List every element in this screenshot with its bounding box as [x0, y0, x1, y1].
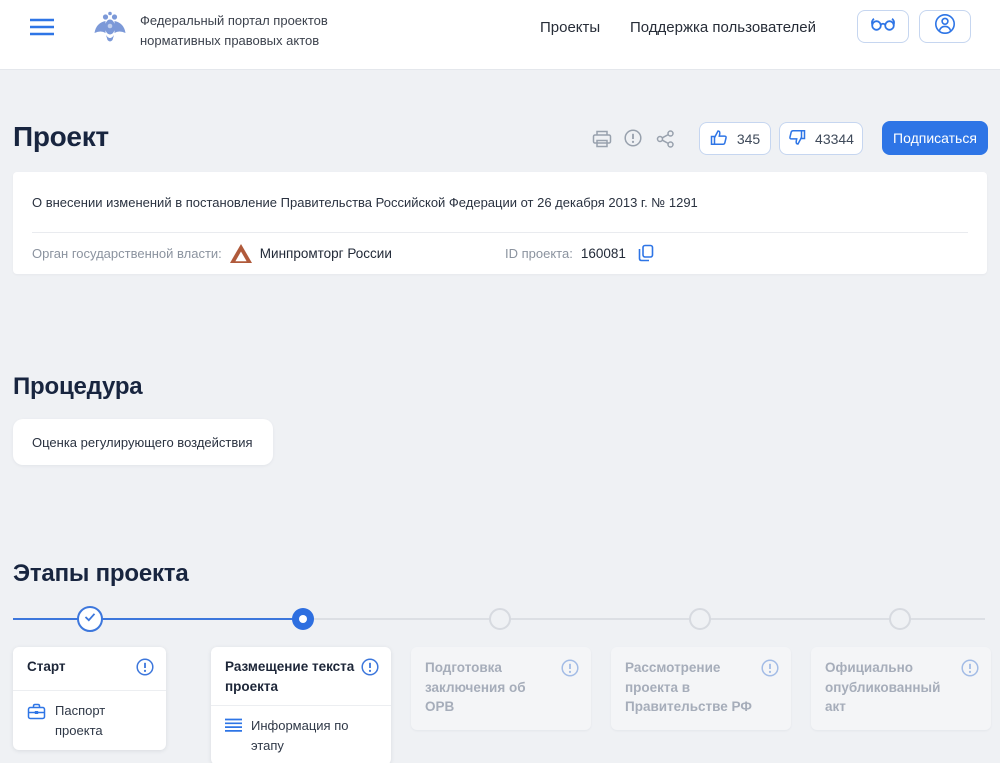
procedure-type-label: Оценка регулирующего воздействия	[32, 434, 253, 450]
stage-title: Размещение текста проекта	[225, 659, 355, 694]
nav-support[interactable]: Поддержка пользователей	[630, 19, 816, 36]
authority-row: Орган государственной власти: Минпромтор…	[32, 233, 392, 273]
stage-title: Старт	[27, 659, 66, 674]
stepper-line-completed	[13, 618, 303, 620]
procedure-type-card[interactable]: Оценка регулирующего воздействия	[13, 419, 273, 465]
coat-of-arms-logo	[93, 8, 127, 46]
stage-info-icon[interactable]	[761, 659, 779, 682]
header: Федеральный портал проектов нормативных …	[0, 0, 1000, 70]
step-pending-circle[interactable]	[889, 608, 911, 630]
stage-card-government-review: Рассмотрение проекта в Правительстве РФ	[611, 647, 791, 730]
info-warning-icon[interactable]	[624, 129, 642, 152]
stage-info-icon[interactable]	[136, 658, 154, 681]
step-pending-circle[interactable]	[489, 608, 511, 630]
step-active-circle[interactable]	[292, 608, 314, 630]
stage-info-icon[interactable]	[961, 659, 979, 682]
step-pending-circle[interactable]	[689, 608, 711, 630]
stage-info-icon[interactable]	[561, 659, 579, 682]
dislike-count: 43344	[815, 130, 854, 147]
user-icon	[934, 13, 956, 40]
like-button[interactable]: 345	[699, 122, 771, 155]
authority-name: Минпромторг России	[259, 245, 392, 261]
eyeglasses-icon	[870, 16, 896, 37]
page-title: Проект	[13, 121, 109, 152]
project-name: О внесении изменений в постановление Пра…	[32, 195, 698, 210]
project-id-label: ID проекта:	[505, 245, 573, 261]
stage-info-icon[interactable]	[361, 658, 379, 681]
list-lines-icon	[225, 718, 242, 738]
stage-card-text-placement: Размещение текста проекта Информация по …	[211, 647, 391, 763]
stepper-line-remaining	[303, 618, 985, 620]
check-icon	[83, 610, 97, 628]
like-count: 345	[736, 130, 761, 147]
minpromtorg-logo-icon	[229, 243, 252, 263]
page: Федеральный портал проектов нормативных …	[0, 0, 1000, 763]
project-id-value: 160081	[580, 245, 626, 261]
share-icon[interactable]	[656, 130, 675, 153]
stage-card-head: Размещение текста проекта	[211, 647, 391, 707]
nav-projects[interactable]: Проекты	[540, 19, 600, 36]
stage-card-start: Старт Паспорт проекта	[13, 647, 166, 750]
thumb-down-icon	[788, 129, 806, 149]
stage-card-published-act: Официально опубликованный акт	[811, 647, 991, 730]
authority-label: Орган государственной власти:	[32, 245, 222, 261]
accessibility-button[interactable]	[857, 10, 909, 43]
subscribe-button[interactable]: Подписаться	[882, 121, 988, 155]
procedure-title: Процедура	[13, 373, 143, 400]
portal-title: Федеральный портал проектов нормативных …	[140, 13, 328, 48]
briefcase-icon	[27, 703, 46, 725]
stages-title: Этапы проекта	[13, 560, 189, 587]
stage-title: Официально опубликованный акт	[825, 660, 941, 715]
stage-title: Подготовка заключения об ОРВ	[425, 660, 526, 715]
stage-title: Рассмотрение проекта в Правительстве РФ	[625, 660, 752, 715]
menu-burger-icon[interactable]	[30, 18, 54, 36]
copy-icon[interactable]	[638, 244, 654, 262]
thumb-up-icon	[710, 129, 728, 149]
project-id-row: ID проекта: 160081	[505, 233, 654, 273]
dislike-button[interactable]: 43344	[779, 122, 863, 155]
stage-card-head: Старт	[13, 647, 166, 691]
stage-link-stage-info[interactable]: Информация по этапу	[211, 706, 391, 763]
account-button[interactable]	[919, 10, 971, 43]
stage-link-label: Информация по этапу	[251, 718, 349, 753]
stage-link-label: Паспорт проекта	[55, 703, 106, 738]
stage-card-orv-conclusion: Подготовка заключения об ОРВ	[411, 647, 591, 730]
stage-link-passport[interactable]: Паспорт проекта	[13, 691, 166, 750]
project-card: О внесении изменений в постановление Пра…	[13, 172, 987, 274]
print-icon[interactable]	[592, 130, 612, 153]
step-done-circle[interactable]	[77, 606, 103, 632]
